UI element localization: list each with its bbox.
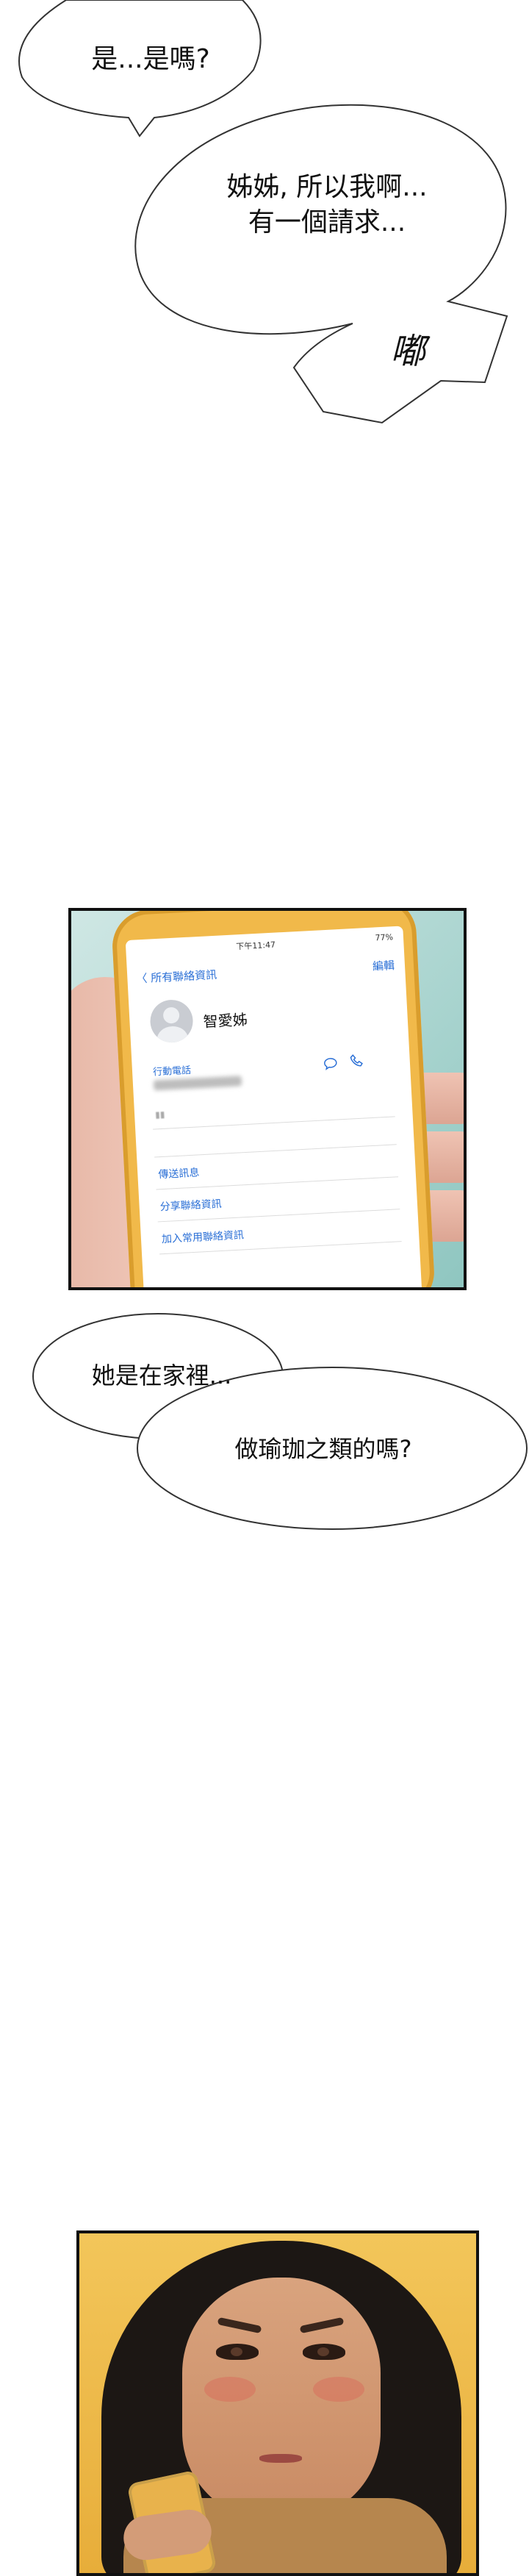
- battery-level: 77%: [375, 932, 394, 943]
- send-message-action[interactable]: 傳送訊息: [158, 1164, 200, 1181]
- bubble-2-line2: 有一個請求...: [248, 207, 406, 237]
- phone-screen: 下午11:47 77% 〈 所有聯絡資訊 編輯 智愛姊 行動電話 ▮▮ 傳送訊息…: [125, 926, 422, 1287]
- bubble-1-text: 是...是嗎?: [91, 44, 210, 74]
- notes-label: ▮▮: [154, 1109, 165, 1120]
- mobile-label: 行動電話: [152, 1065, 192, 1078]
- divider: [154, 1144, 397, 1158]
- left-eye: [216, 2344, 259, 2360]
- smartphone: 下午11:47 77% 〈 所有聯絡資訊 編輯 智愛姊 行動電話 ▮▮ 傳送訊息…: [110, 911, 436, 1287]
- right-blush: [313, 2377, 364, 2402]
- bubble-2-line1: 姊姊, 所以我啊...: [226, 172, 428, 202]
- bubble-3-sfx: 嘟: [389, 331, 425, 372]
- speech-bubble-2: [134, 104, 508, 424]
- status-bar: 下午11:47 77%: [126, 931, 404, 961]
- mouth: [259, 2454, 302, 2463]
- edit-button[interactable]: 編輯: [372, 957, 395, 974]
- phone-panel: 下午11:47 77% 〈 所有聯絡資訊 編輯 智愛姊 行動電話 ▮▮ 傳送訊息…: [68, 908, 467, 1290]
- message-icon[interactable]: [323, 1056, 338, 1075]
- contact-avatar: [149, 998, 195, 1044]
- left-blush: [204, 2377, 256, 2402]
- bubble-5-text: 做瑜珈之類的嗎?: [234, 1435, 412, 1463]
- woman-panel: [76, 2230, 479, 2576]
- divider: [153, 1116, 395, 1130]
- right-eye: [303, 2344, 345, 2360]
- add-to-favorites-action[interactable]: 加入常用聯絡資訊: [161, 1227, 245, 1246]
- back-to-contacts-link[interactable]: 〈 所有聯絡資訊: [136, 967, 217, 987]
- blurred-phone-number: [153, 1076, 242, 1091]
- bubble-4-text: 她是在家裡...: [91, 1362, 232, 1389]
- phone-call-icon[interactable]: [349, 1053, 364, 1072]
- contact-name: 智愛姊: [203, 1010, 248, 1031]
- status-time: 下午11:47: [236, 940, 276, 952]
- share-contact-action[interactable]: 分享聯絡資訊: [159, 1196, 222, 1214]
